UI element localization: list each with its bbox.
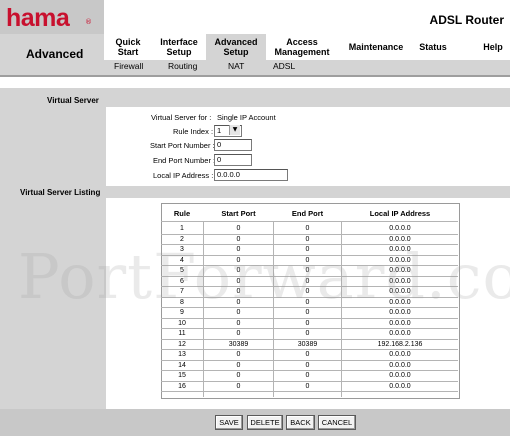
table-cell: 0 [305,225,310,232]
table-cell: 0 [305,320,310,327]
table-cell: 0 [305,330,310,337]
tab-help[interactable]: Help [476,34,510,60]
table-cell: 0 [305,372,310,379]
tab-label: Advanced Setup [214,37,258,57]
tab-label: Access Management [274,37,330,57]
end-port-input[interactable]: 0 [214,154,252,166]
back-button[interactable]: BACK [286,415,315,430]
tab-label: Status [419,42,447,52]
tab-label: Quick Start [115,37,141,57]
table-cell: 0.0.0.0 [389,225,411,232]
column-header-start-port: Start Port [221,209,256,218]
subtab-adsl[interactable]: ADSL [273,61,295,71]
table-header-divider [161,221,458,222]
end-port-label: End Port Number : [153,156,216,165]
table-cell: 0 [236,330,241,337]
save-button[interactable]: SAVE [215,415,243,430]
subtab-firewall[interactable]: Firewall [114,61,143,71]
table-cell: 0 [236,225,241,232]
subtab-routing[interactable]: Routing [168,61,197,71]
table-cell: 0 [305,351,310,358]
table-cell: 11 [178,330,186,337]
watermark: PortForward.com [18,240,510,313]
column-header-local-ip: Local IP Address [369,209,431,218]
virtual-server-for-label: Virtual Server for : [151,113,212,122]
table-cell: 30389 [297,341,318,348]
table-cell: 14 [178,362,186,369]
registered-mark: ® [85,18,92,26]
tab-access-management[interactable]: Access Management [266,34,338,60]
table-cell: 15 [178,372,186,379]
rule-index-value: 1 [217,126,222,135]
table-cell: 0.0.0.0 [389,383,411,390]
chevron-down-icon[interactable]: ▼ [229,125,240,135]
table-cell: 0 [236,351,241,358]
column-header-rule: Rule [173,209,191,218]
table-cell: 0 [305,362,310,369]
tab-quick-start[interactable]: Quick Start [104,34,152,60]
table-cell: 10 [178,320,186,327]
table-cell: 0.0.0.0 [389,330,411,337]
nav-divider [0,75,510,77]
tab-advanced-setup[interactable]: Advanced Setup [206,34,266,60]
rule-index-label: Rule Index : [173,127,214,136]
table-cell: 0.0.0.0 [389,320,411,327]
tab-interface-setup[interactable]: Interface Setup [152,34,206,60]
local-ip-label: Local IP Address : [153,171,214,180]
table-cell: 0.0.0.0 [389,372,411,379]
section-label-virtual-server: Virtual Server [47,96,99,105]
table-cell: 1 [180,225,184,232]
table-cell: 0.0.0.0 [389,362,411,369]
local-ip-input[interactable]: 0.0.0.0 [214,169,288,181]
tab-label: Interface Setup [160,37,198,57]
table-cell: 0 [236,383,241,390]
start-port-input[interactable]: 0 [214,139,252,151]
table-cell: 0 [236,362,241,369]
table-cell: 0 [236,320,241,327]
tab-maintenance[interactable]: Maintenance [342,34,410,60]
table-cell: 0 [236,372,241,379]
tab-label: Help [483,42,503,52]
table-cell: 12 [178,341,186,348]
table-cell: 192.168.2.136 [377,341,423,348]
subtab-nat[interactable]: NAT [228,61,244,71]
table-cell: 0.0.0.0 [389,351,411,358]
column-header-end-port: End Port [291,209,324,218]
table-cell: 0 [305,383,310,390]
subnav-bar [104,60,510,75]
section-title: Advanced [26,47,84,61]
table-cell: 13 [178,351,186,358]
delete-button[interactable]: DELETE [247,415,283,430]
start-port-label: Start Port Number : [150,141,215,150]
cancel-button[interactable]: CANCEL [318,415,356,430]
tab-label: Maintenance [348,42,404,52]
product-title: ADSL Router [429,13,504,27]
table-cell: 30389 [228,341,249,348]
section-label-listing: Virtual Server Listing [20,188,101,197]
virtual-server-for-value: Single IP Account [217,113,276,122]
brand-logo: hama [6,4,70,32]
tab-status[interactable]: Status [412,34,454,60]
table-cell: 16 [178,383,186,390]
